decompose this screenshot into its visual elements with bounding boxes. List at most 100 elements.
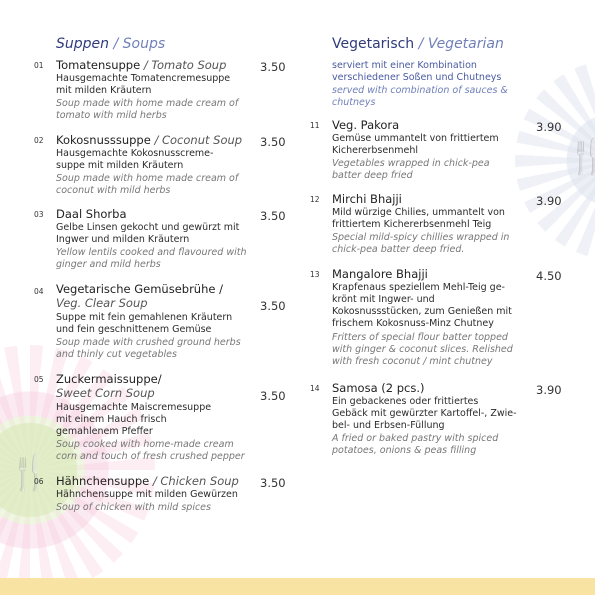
item-price: 3.90 [536,120,562,134]
item-description-en: Soup of chicken with mild spices [56,502,211,514]
item-number: 02 [34,136,44,145]
desc-line: Soup of chicken with mild spices [56,502,211,513]
item-name-de: Vegetarische Gemüsebrühe / [56,282,223,296]
section-title-separator: / [418,36,424,52]
item-description-en: Fritters of special flour batter topped … [332,332,513,368]
fork-knife-icon: 🍴 [566,137,595,177]
item-name: Veg. Pakora [332,118,399,132]
item-description-de: Suppe mit fein gemahlenen Kräutern und f… [56,312,232,336]
desc-line: Gemüse ummantelt von frittiertem [332,133,499,144]
item-description-en: A fried or baked pastry with spiced pota… [332,433,498,457]
desc-line: coconut with mild herbs [56,185,171,196]
item-price: 4.50 [536,269,562,283]
desc-line: Ein gebackenes oder frittiertes [332,396,479,407]
item-name-en: Sweet Corn Soup [56,386,155,400]
desc-line: Hausgemachte Tomatencremesuppe [56,73,231,84]
desc-line: corn and touch of fresh crushed pepper [56,451,245,462]
item-description-de: Hausgemachte Kokosnusscreme- suppe mit m… [56,148,213,172]
desc-line: Suppe mit fein gemahlenen Kräutern [56,312,233,323]
desc-line: with ginger & coconut slices. Relished [332,344,513,355]
item-price: 3.50 [260,209,286,223]
item-name-de: Daal Shorba [56,207,127,221]
item-price: 3.50 [260,60,286,74]
desc-line: ginger and mild herbs [56,259,161,270]
desc-line: Soup made with home made cream of [56,173,239,184]
bottom-bar [0,578,595,595]
item-number: 01 [34,61,44,70]
item-description-de: Gelbe Linsen gekocht und gewürzt mit Ing… [56,222,239,246]
desc-line: Hausgemachte Maiscremesuppe [56,402,212,413]
desc-line: Soup made with home made cream of [56,98,239,109]
menu-page: 🍴 🍴 Suppen / Soups 01 Tomatensuppe / Tom… [0,0,595,595]
item-description-en: Soup made with home made cream of tomato… [56,98,238,122]
desc-line: chick-pea batter deep fried. [332,244,465,255]
desc-line: frittiertem Kichererbsenmehl Teig [332,219,492,230]
section-title-de: Vegetarisch [332,36,415,52]
item-name: Tomatensuppe / Tomato Soup [56,58,226,72]
desc-line: Yellow lentils cooked and flavoured with [56,247,247,258]
item-description-de: Hähnchensuppe mit milden Gewürzen [56,489,238,501]
item-description-de: Hausgemachte Maiscremesuppe mit einem Ha… [56,402,211,438]
desc-line: Ingwer und milden Kräutern [56,234,190,245]
item-description-en: Soup cooked with home-made cream corn an… [56,439,245,463]
item-price: 3.90 [536,194,562,208]
item-name-de: Mangalore Bhajji [332,267,428,281]
desc-line: suppe mit milden Kräutern [56,160,184,171]
item-description-de: Hausgemachte Tomatencremesuppe mit milde… [56,73,230,97]
item-name: Hähnchensuppe / Chicken Soup [56,474,239,488]
desc-line: Mild würzige Chilies, ummantelt von [332,207,505,218]
item-number: 13 [310,270,320,279]
item-number: 05 [34,375,44,384]
item-number: 11 [310,121,320,130]
item-name-de: Zuckermaissuppe/ [56,372,162,386]
item-name-de: Kokosnusssuppe [56,133,151,147]
section-title-vegetarian: Vegetarisch / Vegetarian [332,36,504,52]
desc-line: with fresh coconut / mint chutney [332,356,493,367]
desc-line: Kokosnussstücken, zum Genießen mit [332,306,512,317]
desc-line: krönt mit Ingwer- und [332,294,435,305]
desc-line: Gebäck mit gewürzter Kartoffel-, Zwie- [332,408,517,419]
desc-line: tomato with mild herbs [56,110,167,121]
item-number: 12 [310,195,320,204]
item-name-de: Samosa (2 pcs.) [332,381,425,395]
item-description-de: Ein gebackenes oder frittiertes Gebäck m… [332,396,517,432]
intro-line: served with combination of sauces & [332,85,508,96]
desc-line: A fried or baked pastry with spiced [332,433,499,444]
desc-line: Vegetables wrapped in chick-pea [332,158,490,169]
item-number: 06 [34,477,44,486]
item-name-separator: / [143,58,148,72]
item-description-de: Krapfenaus speziellem Mehl-Teig ge- krön… [332,282,512,330]
section-title-de: Suppen [56,36,110,52]
item-name-en: Coconut Soup [161,133,243,147]
item-price: 3.50 [260,476,286,490]
desc-line: Soup cooked with home-made cream [56,439,234,450]
desc-line: mit milden Kräutern [56,85,152,96]
section-title-separator: / [113,36,119,52]
item-price: 3.50 [260,389,286,403]
item-name-separator: / [154,133,159,147]
item-price: 3.50 [260,135,286,149]
item-name: Mirchi Bhajji [332,192,402,206]
desc-line: gemahlenem Pfeffer [56,426,153,437]
section-intro-en: served with combination of sauces & chut… [332,85,508,109]
item-name: Vegetarische Gemüsebrühe / [56,282,223,296]
item-name: Daal Shorba [56,207,127,221]
item-description-de: Gemüse ummantelt von frittiertem Kichere… [332,133,499,157]
item-name: Zuckermaissuppe/ [56,372,162,386]
desc-line: mit einem Hauch frisch [56,414,167,425]
item-name-en: Veg. Clear Soup [56,296,148,310]
item-description-en: Vegetables wrapped in chick-pea batter d… [332,158,490,182]
desc-line: Krapfenaus speziellem Mehl-Teig ge- [332,282,505,293]
item-name-de: Hähnchensuppe [56,474,150,488]
desc-line: frischem Kokosnuss-Minz Chutney [332,318,494,329]
section-title-en: Soups [122,36,166,52]
item-price: 3.50 [260,299,286,313]
item-number: 14 [310,384,320,393]
item-name-en: Tomato Soup [151,58,227,72]
item-name: Samosa (2 pcs.) [332,381,425,395]
item-description-en: Special mild-spicy chillies wrapped in c… [332,232,509,256]
intro-line: verschiedener Soßen und Chutneys [332,72,502,83]
desc-line: Special mild-spicy chillies wrapped in [332,232,510,243]
intro-line: serviert mit einer Kombination [332,60,477,71]
desc-line: Gelbe Linsen gekocht und gewürzt mit [56,222,240,233]
